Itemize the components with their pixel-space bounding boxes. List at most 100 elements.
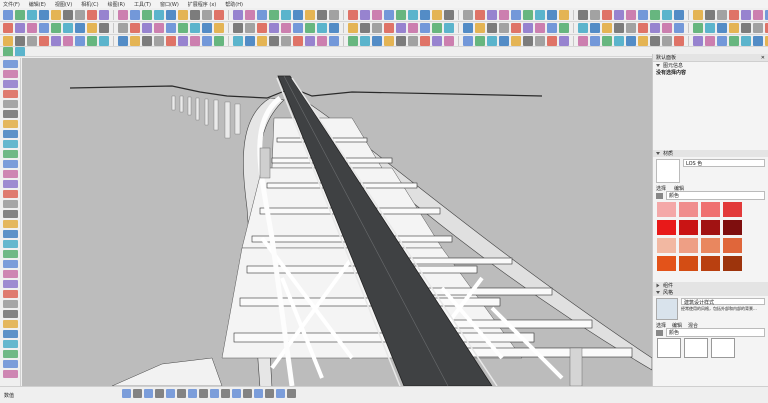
close-icon[interactable]: ✕ [761,55,765,61]
toolbar-tool-icon[interactable] [420,23,430,33]
toolbar-tool-icon[interactable] [75,9,85,20]
toolbar-tool-icon[interactable] [99,35,109,46]
toolbar-tool-icon[interactable] [233,9,243,20]
toolbar-tool-icon[interactable] [372,23,382,33]
toolbar-tool-icon[interactable] [360,35,370,46]
toolbar-tool-icon[interactable] [329,23,339,33]
toolbar-tool-icon[interactable] [245,9,255,20]
style-thumb[interactable] [684,338,708,358]
left-tool-icon[interactable] [2,120,18,128]
toolbar-tool-icon[interactable] [559,35,569,46]
toolbar-tool-icon[interactable] [396,23,406,33]
toolbar-tool-icon[interactable] [523,23,533,33]
material-swatch[interactable] [723,238,742,253]
left-tool-icon[interactable] [2,70,18,78]
toolbar-tool-icon[interactable] [15,47,25,56]
toolbar-tool-icon[interactable] [166,35,176,46]
toolbar-tool-icon[interactable] [662,9,672,20]
toolbar-tool-icon[interactable] [118,35,128,46]
toolbar-tool-icon[interactable] [130,23,140,33]
toolbar-tool-icon[interactable] [51,23,61,33]
toolbar-tool-icon[interactable] [475,9,485,20]
material-swatch[interactable] [679,256,698,271]
toolbar-tool-icon[interactable] [15,23,25,33]
toolbar-tool-icon[interactable] [63,23,73,33]
toolbar-tool-icon[interactable] [75,35,85,46]
toolbar-tool-icon[interactable] [420,9,430,20]
toolbar-tool-icon[interactable] [15,9,25,20]
toolbar-tool-icon[interactable] [118,9,128,20]
toolbar-tool-icon[interactable] [432,35,442,46]
toolbar-tool-icon[interactable] [523,9,533,20]
left-tool-icon[interactable] [2,170,18,178]
toolbar-tool-icon[interactable] [214,23,224,33]
toolbar-tool-icon[interactable] [432,23,442,33]
left-tool-icon[interactable] [2,80,18,88]
left-tool-icon[interactable] [2,280,18,288]
left-tool-icon[interactable] [2,200,18,208]
menu-draw[interactable]: 绘图(R) [108,1,125,8]
toolbar-tool-icon[interactable] [753,9,763,20]
toolbar-tool-icon[interactable] [535,35,545,46]
left-tool-icon[interactable] [2,100,18,108]
toolbar-tool-icon[interactable] [614,35,624,46]
toolbar-tool-icon[interactable] [281,35,291,46]
left-tool-icon[interactable] [2,110,18,118]
left-tool-icon[interactable] [2,90,18,98]
toolbar-tool-icon[interactable] [245,23,255,33]
toolbar-tool-icon[interactable] [360,23,370,33]
left-tool-icon[interactable] [2,340,18,348]
toolbar-tool-icon[interactable] [463,35,473,46]
toolbar-tool-icon[interactable] [578,9,588,20]
material-swatch[interactable] [701,238,720,253]
left-tool-icon[interactable] [2,250,18,258]
material-swatch[interactable] [701,220,720,235]
toolbar-tool-icon[interactable] [15,35,25,46]
toolbar-tool-icon[interactable] [523,35,533,46]
toolbar-tool-icon[interactable] [650,35,660,46]
status-tool-icon[interactable] [133,389,142,398]
toolbar-tool-icon[interactable] [705,9,715,20]
toolbar-tool-icon[interactable] [269,23,279,33]
toolbar-tool-icon[interactable] [360,9,370,20]
toolbar-tool-icon[interactable] [499,35,509,46]
toolbar-tool-icon[interactable] [305,35,315,46]
toolbar-tool-icon[interactable] [51,35,61,46]
toolbar-tool-icon[interactable] [257,23,267,33]
toolbar-tool-icon[interactable] [3,35,13,46]
toolbar-tool-icon[interactable] [348,23,358,33]
components-header[interactable]: 组件 [653,282,768,289]
toolbar-tool-icon[interactable] [408,35,418,46]
material-swatch[interactable] [657,202,676,217]
toolbar-tool-icon[interactable] [142,35,152,46]
status-tool-icon[interactable] [188,389,197,398]
toolbar-tool-icon[interactable] [118,23,128,33]
toolbar-tool-icon[interactable] [535,9,545,20]
toolbar-tool-icon[interactable] [75,23,85,33]
toolbar-tool-icon[interactable] [511,23,521,33]
toolbar-tool-icon[interactable] [578,35,588,46]
toolbar-tool-icon[interactable] [63,9,73,20]
toolbar-tool-icon[interactable] [638,9,648,20]
material-swatch[interactable] [657,256,676,271]
status-tool-icon[interactable] [155,389,164,398]
material-swatch[interactable] [723,202,742,217]
toolbar-tool-icon[interactable] [602,35,612,46]
style-tab-select[interactable]: 选择 [656,322,666,329]
toolbar-tool-icon[interactable] [420,35,430,46]
toolbar-tool-icon[interactable] [39,23,49,33]
toolbar-tool-icon[interactable] [154,9,164,20]
toolbar-tool-icon[interactable] [475,35,485,46]
entity-info-header[interactable]: 图元信息 [653,62,768,69]
toolbar-tool-icon[interactable] [166,9,176,20]
toolbar-tool-icon[interactable] [372,35,382,46]
toolbar-tool-icon[interactable] [348,35,358,46]
toolbar-tool-icon[interactable] [317,23,327,33]
toolbar-tool-icon[interactable] [626,23,636,33]
menu-edit[interactable]: 编辑(E) [29,1,46,8]
toolbar-tool-icon[interactable] [27,9,37,20]
toolbar-tool-icon[interactable] [408,23,418,33]
toolbar-tool-icon[interactable] [293,23,303,33]
style-thumb[interactable] [711,338,735,358]
toolbar-tool-icon[interactable] [626,9,636,20]
